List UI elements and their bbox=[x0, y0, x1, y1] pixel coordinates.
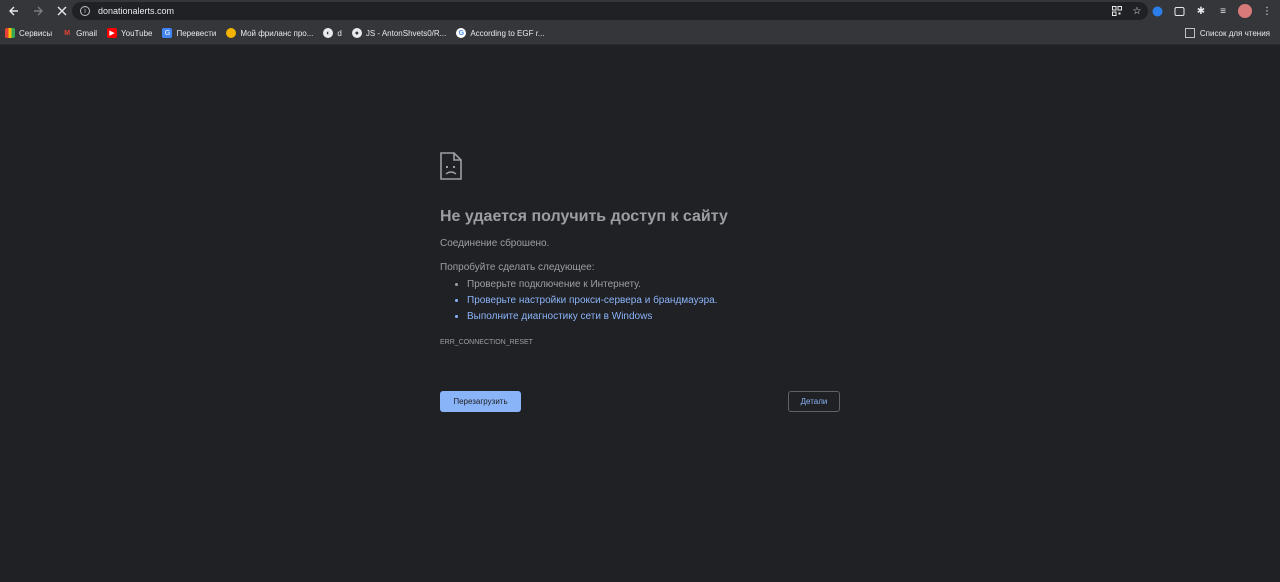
suggestions-list: Проверьте подключение к Интернету. Прове… bbox=[440, 277, 840, 325]
list-item: Проверьте подключение к Интернету. bbox=[467, 277, 840, 293]
proxy-settings-link[interactable]: Проверьте настройки прокси-сервера и бра… bbox=[467, 293, 840, 309]
apps-icon bbox=[5, 28, 15, 38]
info-icon[interactable]: i bbox=[80, 6, 90, 16]
back-icon[interactable] bbox=[4, 1, 24, 21]
media-extension-icon[interactable] bbox=[1172, 4, 1186, 18]
avatar[interactable] bbox=[1238, 4, 1252, 18]
freelance-icon bbox=[226, 28, 237, 38]
bookmark-label: Мой фриланс про... bbox=[240, 28, 314, 38]
extensions-puzzle-icon[interactable]: ✱ bbox=[1194, 4, 1208, 18]
edge-extension-icon[interactable] bbox=[1150, 4, 1164, 18]
error-panel: Не удается получить доступ к сайту Соеди… bbox=[440, 152, 840, 346]
youtube-icon: ▶ bbox=[107, 28, 118, 38]
gmail-icon: M bbox=[64, 29, 71, 37]
qr-icon[interactable] bbox=[1110, 4, 1124, 18]
page-content: Не удается получить доступ к сайту Соеди… bbox=[0, 45, 1280, 582]
bookmarks-bar: Сервисы M Gmail ▶ YouTube G Перевести Мо… bbox=[0, 22, 1280, 45]
bookmark-d[interactable]: ◐ d bbox=[318, 24, 346, 42]
browser-toolbar: i donationalerts.com ☆ ✱ ≡ ⋮ bbox=[0, 0, 1280, 22]
error-title: Не удается получить доступ к сайту bbox=[440, 208, 728, 225]
bookmark-translate[interactable]: G Перевести bbox=[157, 24, 221, 42]
bookmark-github[interactable]: ● JS - AntonShvets0/R... bbox=[347, 24, 451, 42]
bookmark-gmail[interactable]: M Gmail bbox=[57, 24, 102, 42]
bookmark-label: JS - AntonShvets0/R... bbox=[365, 28, 447, 38]
google-icon: G bbox=[456, 28, 467, 38]
reading-list-icon bbox=[1184, 28, 1195, 38]
forward-icon[interactable] bbox=[28, 1, 48, 21]
globe-icon: ◐ bbox=[323, 28, 334, 38]
reload-button[interactable]: Перезагрузить bbox=[440, 391, 521, 412]
playlist-icon[interactable]: ≡ bbox=[1216, 4, 1230, 18]
bookmark-freelance[interactable]: Мой фриланс про... bbox=[221, 24, 318, 42]
address-bar[interactable]: i donationalerts.com ☆ bbox=[72, 2, 1148, 20]
github-icon: ● bbox=[351, 28, 362, 38]
menu-icon[interactable]: ⋮ bbox=[1260, 4, 1274, 18]
error-subtitle: Соединение сброшено. bbox=[440, 238, 550, 249]
bookmark-services[interactable]: Сервисы bbox=[0, 24, 57, 42]
extensions-area: ✱ ≡ ⋮ bbox=[1150, 2, 1274, 20]
error-code: ERR_CONNECTION_RESET bbox=[440, 339, 533, 346]
bookmark-label: Сервисы bbox=[19, 28, 53, 38]
network-diagnostics-link[interactable]: Выполните диагностику сети в Windows bbox=[467, 309, 840, 325]
url-text[interactable]: donationalerts.com bbox=[98, 6, 174, 16]
bookmark-egf[interactable]: G According to EGF r... bbox=[451, 24, 549, 42]
bookmark-label: YouTube bbox=[121, 28, 153, 38]
try-label: Попробуйте сделать следующее: bbox=[440, 262, 595, 273]
bookmark-label: d bbox=[337, 28, 342, 38]
translate-icon: G bbox=[162, 28, 173, 38]
bookmark-label: According to EGF r... bbox=[470, 28, 545, 38]
details-button[interactable]: Детали bbox=[788, 391, 840, 412]
bookmark-label: Gmail bbox=[76, 28, 98, 38]
bookmark-youtube[interactable]: ▶ YouTube bbox=[102, 24, 157, 42]
star-icon[interactable]: ☆ bbox=[1130, 4, 1144, 18]
stop-icon[interactable] bbox=[52, 1, 72, 21]
reading-list-label: Список для чтения bbox=[1199, 28, 1270, 38]
reading-list-button[interactable]: Список для чтения bbox=[1184, 24, 1270, 42]
sad-page-icon bbox=[440, 152, 462, 180]
bookmark-label: Перевести bbox=[176, 28, 217, 38]
